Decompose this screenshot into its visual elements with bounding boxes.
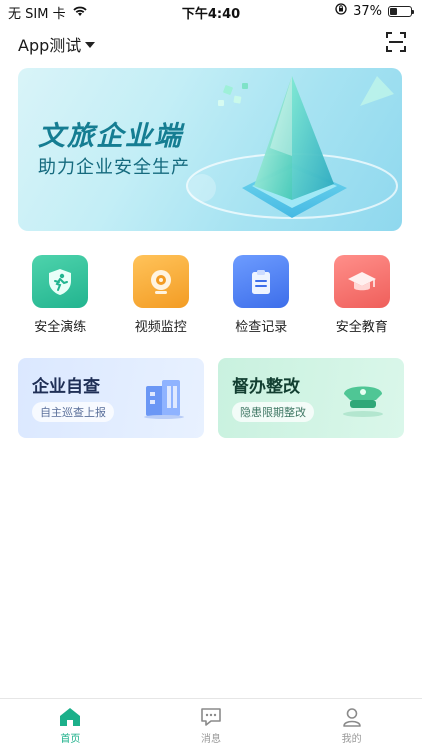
- quick-item-inspection[interactable]: 检查记录: [216, 255, 306, 335]
- user-icon: [342, 708, 361, 727]
- building-icon: [144, 380, 184, 419]
- battery-percent: 37%: [353, 3, 382, 19]
- inspector-hat-icon: [343, 386, 383, 417]
- quick-label: 安全演练: [34, 320, 87, 335]
- quick-icon-tile: [233, 255, 290, 308]
- orientation-lock-icon: [335, 3, 347, 19]
- quick-label: 安全教育: [335, 320, 388, 335]
- status-right: 37%: [335, 3, 414, 19]
- camera-icon: [150, 269, 171, 294]
- pyramid-illustration: [186, 76, 398, 219]
- running-shield-icon: [49, 268, 72, 295]
- quick-item-drill[interactable]: 安全演练: [15, 255, 105, 335]
- quick-label: 检查记录: [235, 320, 288, 335]
- tab-me[interactable]: 我的: [281, 699, 422, 751]
- card-supervised-rectification[interactable]: 督办整改 隐患限期整改: [218, 358, 404, 438]
- card-tag: 隐患限期整改: [232, 402, 314, 422]
- card-title: 督办整改: [232, 377, 300, 397]
- quick-item-video[interactable]: 视频监控: [116, 255, 206, 335]
- quick-icon-tile: [32, 255, 89, 308]
- app-selector-label: App测试: [18, 36, 82, 55]
- quick-icon-tile: [132, 255, 189, 308]
- quick-icon-tile: [333, 255, 390, 308]
- tab-messages[interactable]: 消息: [141, 699, 282, 751]
- scan-icon: [386, 32, 406, 52]
- status-bar: 无 SIM 卡 下午4:40 37%: [0, 0, 422, 22]
- quick-actions: 安全演练 视频监控 检查记录 安全教育: [10, 255, 412, 335]
- card-title: 企业自查: [32, 377, 100, 397]
- banner-subtitle: 助力企业安全生产: [38, 157, 190, 178]
- hero-banner[interactable]: 文旅企业端 助力企业安全生产: [18, 68, 402, 231]
- tab-label: 首页: [60, 734, 81, 745]
- app-selector[interactable]: App测试: [18, 32, 96, 56]
- bottom-tab-bar: 首页 消息 我的: [0, 698, 422, 751]
- tab-home[interactable]: 首页: [0, 699, 141, 751]
- scan-button[interactable]: [386, 32, 406, 52]
- clipboard-icon: [252, 269, 271, 294]
- graduation-cap-icon: [347, 271, 376, 290]
- card-self-inspection[interactable]: 企业自查 自主巡查上报: [18, 358, 204, 438]
- card-tag: 自主巡查上报: [32, 402, 114, 422]
- tab-label: 我的: [341, 734, 362, 745]
- home-icon: [60, 708, 81, 726]
- quick-label: 视频监控: [134, 320, 187, 335]
- message-icon: [201, 708, 221, 726]
- tab-label: 消息: [201, 734, 221, 745]
- banner-title: 文旅企业端: [38, 121, 183, 152]
- battery-icon: [388, 5, 414, 17]
- caret-down-icon: [85, 42, 96, 48]
- quick-item-education[interactable]: 安全教育: [317, 255, 407, 335]
- top-bar: App测试: [18, 32, 406, 56]
- battery-fill: [390, 7, 397, 15]
